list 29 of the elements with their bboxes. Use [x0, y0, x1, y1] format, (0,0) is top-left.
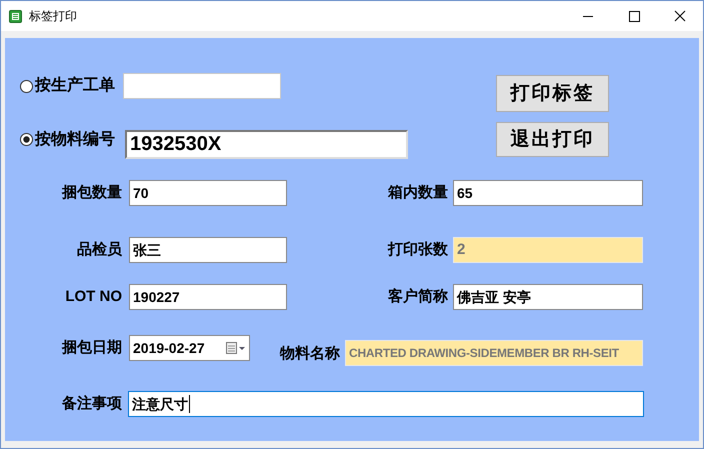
radio-label[interactable]: 按生产工单 — [35, 74, 115, 98]
date-picker[interactable]: 2019-02-27 — [129, 335, 250, 361]
input-field[interactable]: 佛吉亚 安亭 — [453, 284, 643, 310]
field-label: LOT NO — [64, 286, 122, 307]
field-label: 客户简称 — [387, 286, 448, 307]
field-label: 品检员 — [76, 240, 122, 260]
input-field[interactable] — [123, 73, 281, 99]
window-title: 标签打印 — [29, 8, 77, 25]
field-label: 备注事项 — [60, 394, 122, 414]
radio-button[interactable] — [20, 133, 33, 146]
field-label: 箱内数量 — [386, 182, 448, 203]
app-icon — [9, 10, 22, 22]
radio-label[interactable]: 按物料编号 — [35, 128, 115, 152]
input-field[interactable]: 70 — [129, 180, 287, 206]
input-field[interactable]: 190227 — [129, 284, 287, 310]
readonly-field[interactable]: CHARTED DRAWING-SIDEMEMBER BR RH-SEIT — [345, 340, 643, 366]
field-label: 物料名称 — [278, 344, 340, 364]
calendar-dropdown-icon[interactable] — [226, 342, 246, 354]
input-field[interactable]: 注意尺寸 — [128, 391, 644, 417]
field-label: 捆包日期 — [60, 338, 122, 358]
radio-button[interactable] — [20, 80, 33, 92]
readonly-field[interactable]: 2 — [453, 237, 643, 263]
input-field[interactable]: 张三 — [129, 237, 287, 263]
input-field[interactable]: 1932530X — [125, 130, 408, 159]
field-label: 捆包数量 — [60, 182, 122, 203]
input-field[interactable]: 65 — [453, 180, 643, 206]
print-label-button[interactable]: 打印标签 — [496, 75, 609, 112]
field-label: 打印张数 — [386, 240, 448, 260]
exit-print-button[interactable]: 退出打印 — [496, 122, 609, 157]
